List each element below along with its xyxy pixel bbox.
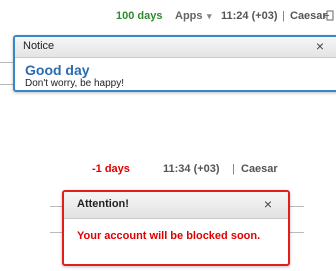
notice-heading: Good day: [25, 62, 90, 78]
chevron-down-icon[interactable]: ▾: [207, 11, 212, 22]
separator: |: [232, 163, 235, 175]
background-divider: [288, 206, 304, 207]
separator: |: [282, 10, 285, 22]
background-divider: [0, 62, 14, 63]
notice-popup: Notice × Good day Don't worry, be happy!: [13, 35, 336, 92]
clock-label: 11:24 (+03): [221, 10, 278, 22]
username-link[interactable]: Caesar: [290, 10, 327, 22]
close-icon[interactable]: ×: [264, 196, 272, 212]
days-remaining-label: 100 days: [116, 10, 163, 22]
attention-popup: Attention! × Your account will be blocke…: [62, 190, 290, 266]
days-remaining-label: -1 days: [92, 163, 130, 175]
attention-title: Attention!: [77, 198, 129, 210]
notice-header: Notice ×: [15, 37, 336, 58]
status-bar-bottom: -1 days 11:34 (+03) | Caesar: [0, 163, 336, 179]
screenshot-stage: 100 days Apps ▾ 11:24 (+03) | Caesar Not…: [0, 0, 336, 271]
apps-menu-button[interactable]: Apps: [175, 10, 203, 22]
attention-header: Attention! ×: [64, 192, 288, 219]
attention-message: Your account will be blocked soon.: [77, 230, 261, 242]
notice-title: Notice: [23, 40, 55, 52]
notice-message: Don't worry, be happy!: [25, 78, 124, 89]
status-bar-top: 100 days Apps ▾ 11:24 (+03) | Caesar: [0, 10, 336, 26]
username-link[interactable]: Caesar: [241, 163, 278, 175]
logout-icon[interactable]: [323, 10, 334, 21]
background-divider: [0, 84, 14, 85]
close-icon[interactable]: ×: [316, 38, 324, 54]
clock-label: 11:34 (+03): [163, 163, 220, 175]
background-divider: [288, 232, 304, 233]
